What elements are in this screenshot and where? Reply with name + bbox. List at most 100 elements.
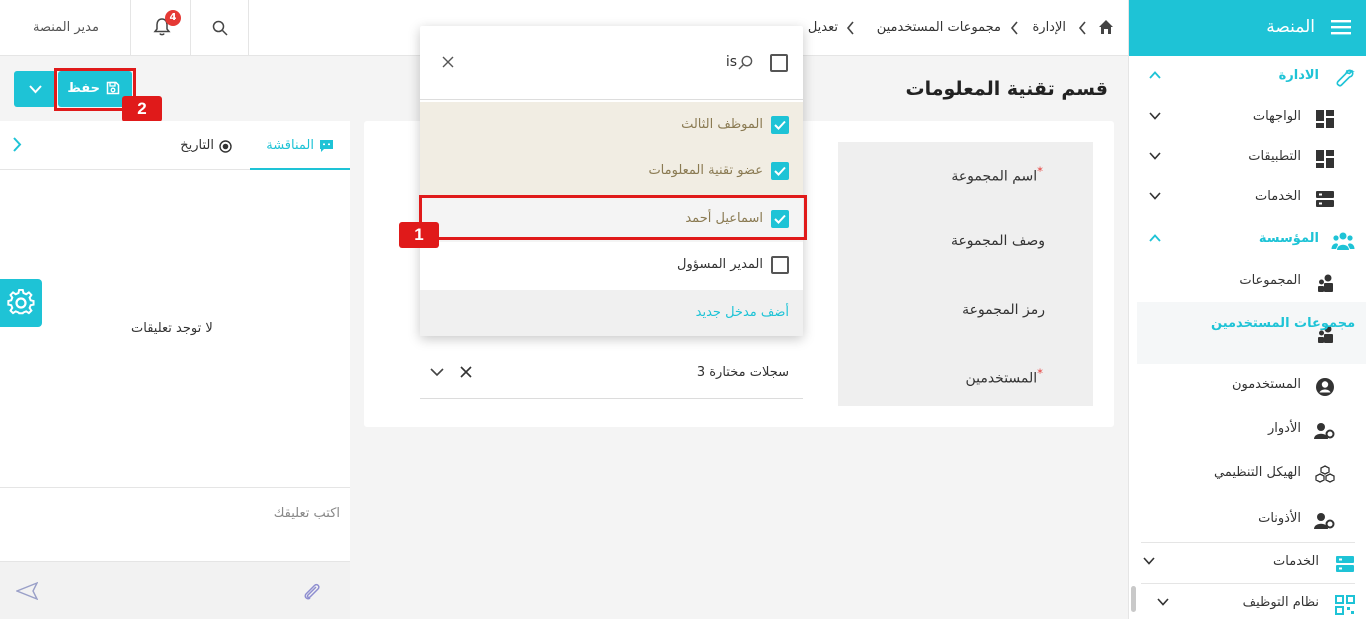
sidebar-item-label: الخدمات [1255, 189, 1301, 204]
qr-code-icon [1335, 595, 1355, 615]
dropdown-option[interactable]: الموظف الثالث [420, 102, 803, 150]
server-icon [1335, 554, 1355, 574]
user-name[interactable]: مدير المنصة [33, 20, 99, 35]
sidebar-item-label: الأذونات [1258, 511, 1301, 526]
comment-placeholder: اكتب تعليقك [273, 506, 340, 521]
option-label: الموظف الثالث [681, 117, 763, 132]
search-icon[interactable] [212, 20, 228, 36]
annotation-badge: 1 [399, 222, 439, 248]
sidebar-section-organization[interactable]: المؤسسة [1129, 220, 1366, 260]
wrench-icon [1335, 68, 1355, 88]
user-circle-icon [1315, 377, 1335, 397]
users-select-underline [420, 398, 803, 399]
chevron-up-icon [1149, 234, 1161, 242]
close-icon[interactable] [442, 56, 454, 68]
sidebar-item-groups[interactable]: المجموعات [1129, 262, 1366, 302]
checkbox-checked[interactable] [771, 116, 789, 134]
annotation-badge: 2 [122, 96, 162, 122]
dropdown-search-input[interactable]: is [726, 54, 737, 70]
empty-comments-text: لا توجد تعليقات [131, 321, 213, 336]
divider [190, 0, 191, 56]
select-all-checkbox[interactable] [770, 54, 788, 72]
chevron-down-icon[interactable] [430, 368, 444, 377]
sidebar-scrollbar[interactable] [1131, 586, 1136, 612]
users-group-icon [1331, 231, 1355, 251]
tab-discussion[interactable]: المناقشة [250, 121, 350, 170]
sidebar-item-org-structure[interactable]: الهيكل التنظيمي [1129, 454, 1366, 494]
dashboard-icon [1315, 109, 1335, 129]
breadcrumb-administration[interactable]: الإدارة [1032, 20, 1066, 35]
tab-history[interactable]: التاريخ [180, 138, 214, 153]
divider [248, 0, 249, 56]
sidebar-section-label: الادارة [1278, 68, 1319, 83]
sidebar-item-services[interactable]: الخدمات [1129, 178, 1366, 218]
dropdown-option[interactable]: المدير المسؤول [420, 242, 803, 290]
chevron-down-icon [1149, 112, 1161, 120]
sidebar-item-label: المجموعات [1239, 273, 1301, 288]
history-radio-icon [219, 140, 232, 153]
sidebar-item-applications[interactable]: التطبيقات [1129, 138, 1366, 178]
chevron-up-icon [1149, 71, 1161, 79]
sidebar-item-permissions[interactable]: الأذونات [1129, 500, 1366, 540]
sidebar-item-roles[interactable]: الأدوار [1129, 410, 1366, 450]
sidebar-item-label: التطبيقات [1248, 149, 1301, 164]
dropdown-footer: أضف مدخل جديد [420, 290, 803, 336]
group-description-label: وصف المجموعة [950, 233, 1045, 249]
sidebar-item-services-bottom[interactable]: الخدمات [1129, 543, 1366, 583]
checkbox-checked[interactable] [771, 162, 789, 180]
group-icon [1317, 273, 1335, 293]
paperclip-icon[interactable] [302, 582, 322, 602]
add-new-entry-link[interactable]: أضف مدخل جديد [696, 305, 789, 320]
sidebar-item-recruitment[interactable]: نظام التوظيف [1129, 584, 1366, 619]
sidebar-section-administration[interactable]: الادارة [1129, 57, 1366, 97]
required-mark: * [1037, 366, 1043, 380]
sidebar-item-label: الأدوار [1268, 421, 1301, 436]
gear-icon [7, 289, 35, 317]
chevron-down-icon [1149, 192, 1161, 200]
home-icon[interactable] [1098, 19, 1114, 35]
user-cog-icon [1313, 511, 1335, 531]
option-label: عضو تقنية المعلومات [648, 163, 763, 178]
chevron-down-icon [29, 85, 42, 94]
dropdown-header: is [420, 26, 803, 100]
chevron-right-icon[interactable] [12, 137, 22, 152]
users-dropdown: is الموظف الثالث عضو تقنية المعلومات اسم… [420, 26, 803, 336]
option-label: المدير المسؤول [677, 257, 763, 272]
breadcrumb-separator-icon [846, 21, 856, 35]
panel-tabs: المناقشة التاريخ [0, 121, 350, 170]
comment-actions-bar [0, 561, 350, 619]
chat-bubble-icon [319, 139, 334, 153]
clear-icon[interactable] [460, 366, 472, 378]
sidebar-item-interfaces[interactable]: الواجهات [1129, 98, 1366, 138]
hamburger-menu-icon[interactable] [1331, 18, 1351, 36]
required-mark: * [1037, 164, 1043, 178]
settings-button[interactable] [0, 279, 42, 327]
sidebar-item-label: المستخدمون [1231, 377, 1301, 392]
save-options-button[interactable] [14, 71, 56, 107]
sidebar-item-users[interactable]: المستخدمون [1129, 366, 1366, 406]
notification-badge: 4 [165, 10, 181, 26]
comment-input[interactable]: اكتب تعليقك [0, 487, 350, 559]
dropdown-option[interactable]: عضو تقنية المعلومات [420, 148, 803, 196]
sidebar-item-user-groups[interactable]: مجموعات المستخدمين [1129, 314, 1366, 354]
tab-label: المناقشة [266, 138, 314, 153]
sidebar: المنصة الادارة الواجهات التطبيقات الخدما… [1128, 0, 1366, 619]
users-select-value[interactable]: 3 سجلات مختارة [697, 365, 789, 380]
chevron-down-icon [1143, 557, 1155, 565]
top-bar-actions: مدير المنصة 4 [0, 0, 250, 56]
send-icon[interactable] [16, 582, 38, 600]
sidebar-item-label: الخدمات [1273, 554, 1319, 569]
sidebar-section-label: المؤسسة [1258, 231, 1319, 246]
breadcrumb-separator-icon [1078, 21, 1088, 35]
form-labels-column: اسم المجموعة* وصف المجموعة رمز المجموعة … [838, 142, 1093, 406]
checkbox-unchecked[interactable] [771, 256, 789, 274]
breadcrumb-user-groups[interactable]: مجموعات المستخدمين [877, 20, 1001, 35]
breadcrumb-edit: تعديل [807, 20, 838, 35]
group-code-label: رمز المجموعة [962, 302, 1045, 318]
sidebar-header: المنصة [1129, 0, 1366, 56]
user-cog-icon [1313, 421, 1335, 441]
chevron-down-icon [1157, 598, 1169, 606]
sidebar-title: المنصة [1266, 17, 1315, 37]
breadcrumb-separator-icon [1010, 21, 1020, 35]
sidebar-item-label: الواجهات [1252, 109, 1301, 124]
